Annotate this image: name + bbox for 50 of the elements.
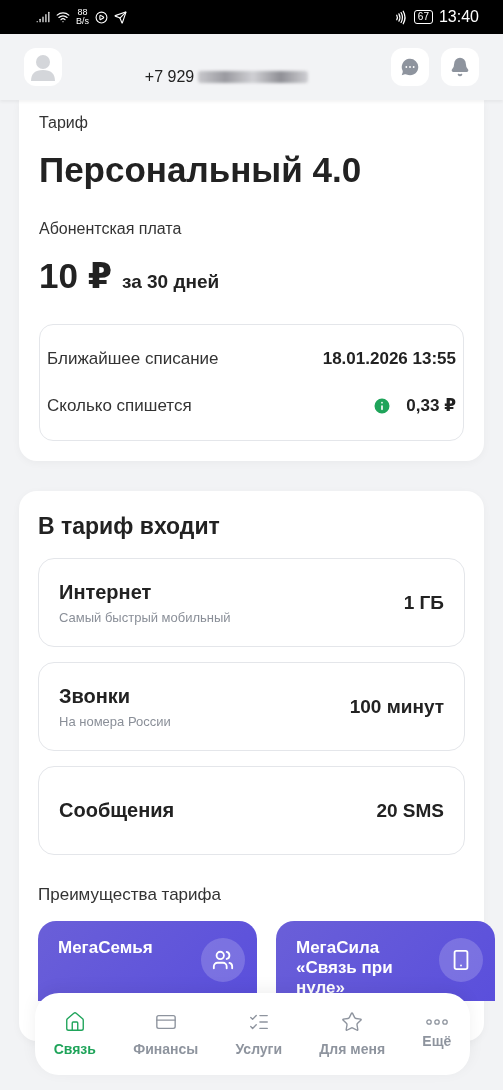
home-icon bbox=[63, 1011, 86, 1033]
clock: 13:40 bbox=[438, 8, 479, 26]
nav-tab[interactable]: Связь bbox=[53, 1011, 96, 1057]
section-title: В тариф входит bbox=[38, 513, 221, 540]
network-speed: 88 B/s bbox=[76, 8, 89, 26]
nav-tab[interactable]: Финансы bbox=[133, 1011, 199, 1057]
price: 10 ₽ bbox=[39, 256, 112, 296]
notifications-button[interactable] bbox=[441, 48, 479, 86]
nav-tab[interactable]: Услуги bbox=[235, 1011, 283, 1057]
item-name: Интернет bbox=[59, 580, 153, 604]
signal-icon bbox=[36, 10, 50, 24]
item-value: 100 минут bbox=[349, 695, 444, 718]
benefit-title: МегаСемья bbox=[58, 938, 154, 958]
person-icon bbox=[30, 53, 56, 81]
chat-button[interactable] bbox=[391, 48, 429, 86]
phone-icon bbox=[439, 938, 483, 982]
included-item[interactable]: Интернет Самый быстрый мобильный 1 ГБ bbox=[38, 558, 465, 647]
included-item[interactable]: Сообщения 20 SMS bbox=[38, 766, 465, 855]
play-icon bbox=[95, 10, 108, 24]
item-subtitle: Самый быстрый мобильный bbox=[59, 609, 231, 625]
charge-label: Ближайшее списание bbox=[47, 349, 219, 369]
item-value: 20 SMS bbox=[376, 799, 444, 822]
tariff-label: Тариф bbox=[39, 114, 89, 132]
nav-tab[interactable]: Ещё bbox=[422, 1019, 452, 1049]
wifi-icon bbox=[56, 10, 70, 24]
benefit-card[interactable]: МегаСила «Связь при нуле» bbox=[276, 921, 495, 1001]
more-icon bbox=[425, 1019, 448, 1025]
charge-label: Сколько спишется bbox=[47, 395, 192, 416]
benefit-card[interactable]: МегаСемья bbox=[38, 921, 257, 1001]
item-name: Сообщения bbox=[59, 799, 175, 822]
item-value: 1 ГБ bbox=[403, 591, 444, 614]
star-icon bbox=[341, 1011, 364, 1033]
tariff-name: Персональный 4.0 bbox=[39, 150, 363, 190]
item-name: Звонки bbox=[59, 684, 132, 708]
phone-number[interactable]: +7 929 bbox=[144, 68, 195, 86]
charge-value: 18.01.2026 13:55 bbox=[322, 349, 456, 369]
people-icon bbox=[201, 938, 245, 982]
included-item[interactable]: Звонки На номера России 100 минут bbox=[38, 662, 465, 751]
benefit-title: МегаСила «Связь при нуле» bbox=[296, 938, 394, 998]
info-icon[interactable] bbox=[372, 395, 393, 416]
benefits-title: Преимущества тарифа bbox=[38, 885, 222, 905]
send-icon bbox=[114, 10, 127, 24]
item-subtitle: На номера России bbox=[59, 713, 171, 729]
battery-level: 67 bbox=[413, 10, 433, 24]
bell-icon bbox=[450, 57, 470, 77]
charge-value: 0,33 ₽ bbox=[406, 395, 456, 416]
fee-label: Абонентская плата bbox=[39, 220, 183, 238]
period: за 30 дней bbox=[122, 271, 220, 293]
nav-tab[interactable]: Для меня bbox=[319, 1011, 386, 1057]
chat-icon bbox=[399, 56, 421, 78]
